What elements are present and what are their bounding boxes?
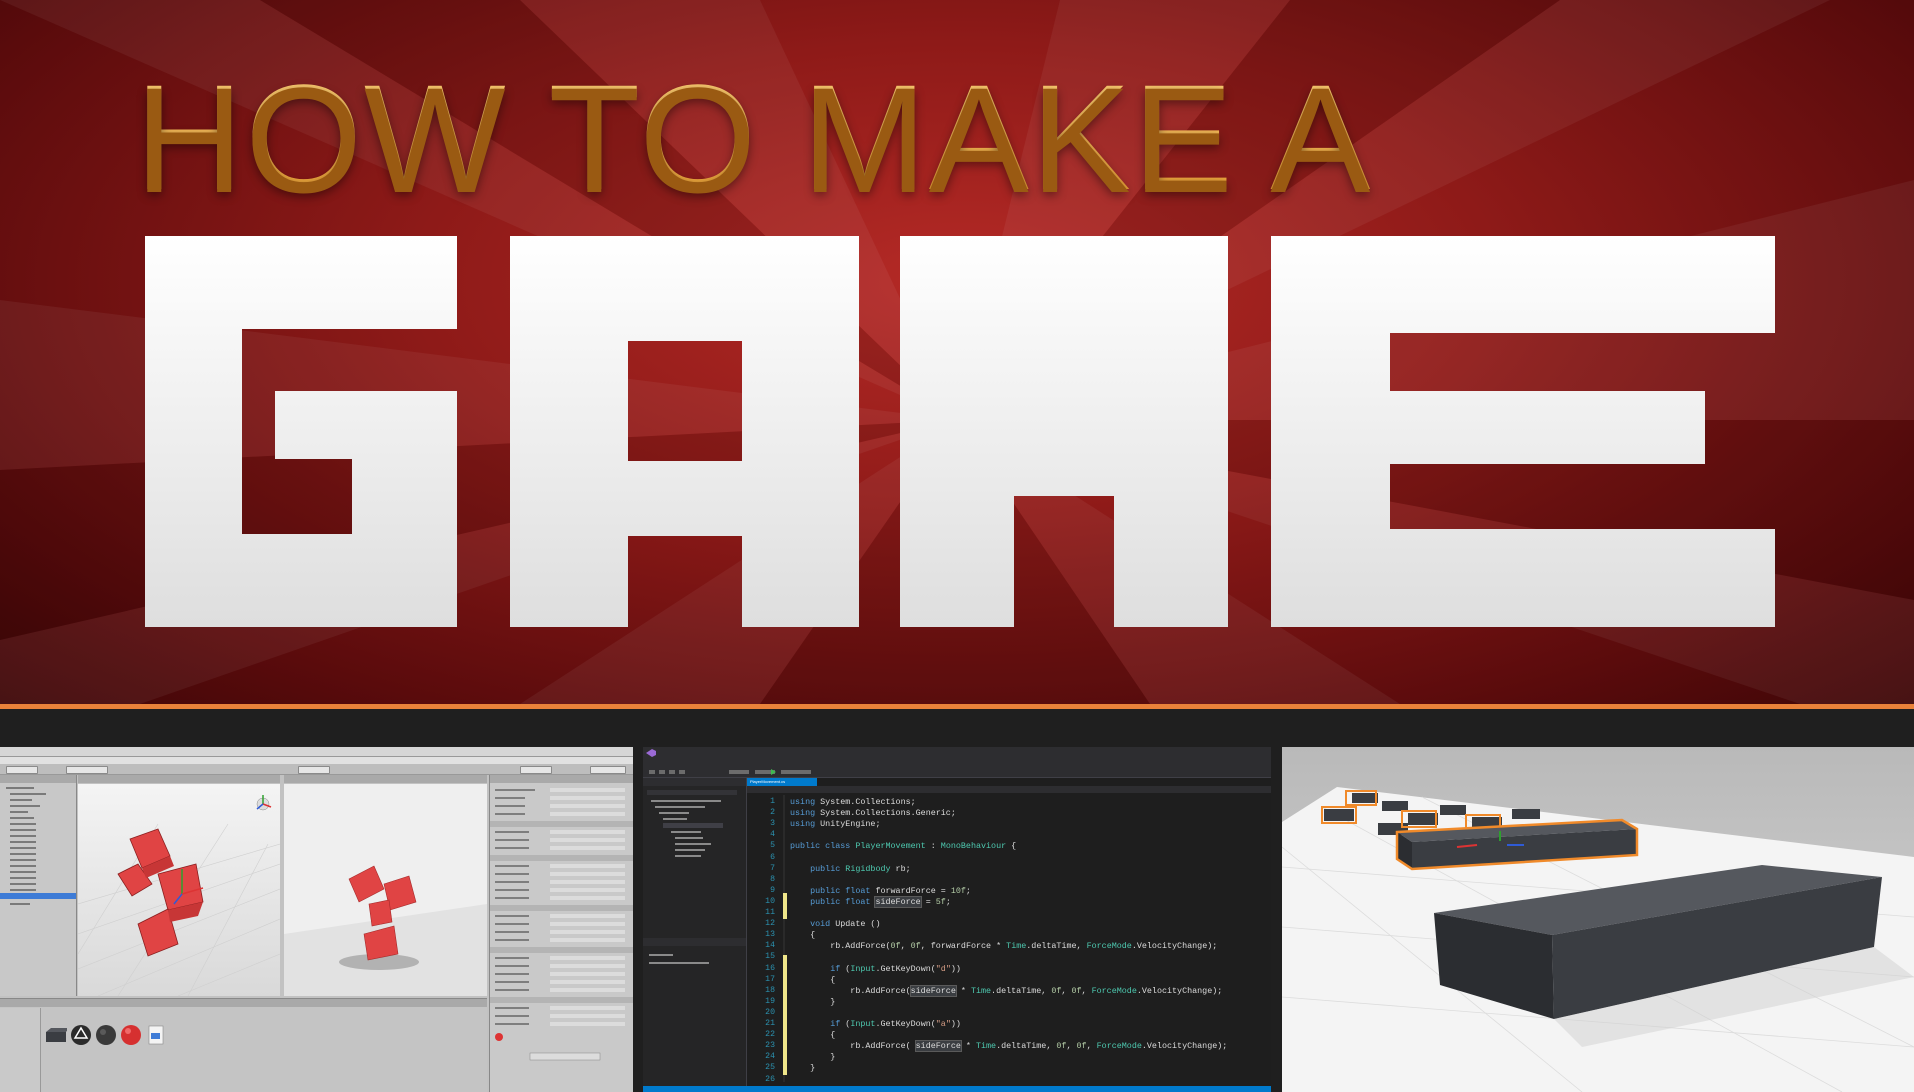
solution-explorer — [643, 778, 747, 1092]
solution-tree — [643, 778, 746, 964]
code-line[interactable]: public float sideForce = 5f; — [790, 895, 951, 908]
code-line[interactable]: } — [790, 1063, 815, 1073]
line-number: 16 — [765, 963, 775, 973]
line-number: 13 — [765, 930, 775, 940]
vs-navigation-bar — [747, 786, 1271, 793]
vs-logo-icon — [646, 749, 656, 757]
line-number: 21 — [765, 1019, 775, 1028]
tab-label: PlayerMovement.cs — [750, 779, 786, 784]
scene-tab-bar — [78, 775, 280, 783]
thumbnail-banner: HOW TO MAKE A — [0, 0, 1914, 704]
hierarchy-rows — [0, 787, 76, 905]
code-line[interactable]: using System.Collections.Generic; — [790, 808, 956, 818]
line-number: 18 — [765, 985, 775, 995]
code-line[interactable]: public Rigidbody rb; — [790, 864, 911, 874]
line-number: 24 — [765, 1052, 775, 1062]
unity-menu-bar — [0, 757, 633, 764]
code-line[interactable]: void Update () — [790, 919, 880, 929]
letter-m — [900, 236, 1228, 627]
game-scene-view[interactable] — [1282, 747, 1914, 1092]
inspector-panel — [489, 775, 633, 1092]
transform-tools[interactable] — [6, 766, 38, 774]
play-controls[interactable] — [298, 766, 330, 774]
line-number: 5 — [770, 841, 775, 851]
change-marker — [783, 955, 787, 1075]
line-number: 25 — [765, 1063, 775, 1073]
bottom-screenshots: PlayerMovement.cs 1 using System.Collecti… — [0, 709, 1914, 1092]
line-number: 11 — [765, 908, 775, 917]
line-number: 15 — [765, 952, 775, 962]
line-number: 23 — [765, 1041, 775, 1051]
code-line[interactable]: if (Input.GetKeyDown("d")) — [790, 964, 961, 974]
letter-e — [1271, 236, 1775, 627]
line-number: 7 — [770, 863, 775, 873]
line-number: 17 — [765, 974, 775, 984]
line-number: 4 — [770, 830, 775, 840]
code-line[interactable]: if (Input.GetKeyDown("a")) — [790, 1019, 961, 1029]
unity-editor-screenshot — [0, 747, 633, 1092]
line-number: 20 — [765, 1007, 775, 1017]
line-number: 3 — [770, 819, 775, 829]
line-number: 14 — [765, 941, 775, 951]
scene-gizmo — [256, 795, 272, 811]
dark-material-icon[interactable] — [95, 1024, 117, 1046]
code-line[interactable]: rb.AddForce(0f, 0f, forwardForce * Time.… — [790, 941, 1217, 951]
line-number: 22 — [765, 1030, 775, 1040]
game-tab-bar — [284, 775, 487, 783]
game-view-cubes — [284, 784, 487, 996]
letter-g — [145, 236, 457, 627]
script-icon[interactable] — [145, 1024, 167, 1046]
material-icon[interactable] — [45, 1024, 69, 1046]
line-number: 26 — [765, 1074, 775, 1084]
code-line[interactable]: public float forwardForce = 10f; — [790, 886, 971, 896]
line-number: 9 — [770, 885, 775, 895]
runner-scene — [1282, 747, 1914, 1092]
layout-dropdown[interactable] — [590, 766, 626, 774]
code-line[interactable]: rb.AddForce(sideForce * Time.deltaTime, … — [790, 984, 1222, 997]
inspector-fields — [490, 788, 633, 1061]
red-sphere-icon[interactable] — [120, 1024, 142, 1046]
code-line[interactable]: { — [790, 975, 835, 985]
layers-dropdown[interactable] — [520, 766, 552, 774]
subtitle-how-to-make-a: HOW TO MAKE A — [135, 53, 1373, 221]
project-panel — [0, 998, 487, 1092]
line-number: 10 — [765, 896, 775, 906]
line-number: 19 — [765, 996, 775, 1006]
line-number: 6 — [770, 852, 775, 862]
code-line[interactable]: public class PlayerMovement : MonoBehavi… — [790, 841, 1016, 851]
unity-title-bar — [0, 747, 633, 757]
code-line[interactable]: rb.AddForce( sideForce * Time.deltaTime,… — [790, 1040, 1227, 1053]
vs-title-bar — [643, 747, 1271, 758]
line-number: 12 — [765, 919, 775, 929]
vs-toolbar — [643, 767, 1271, 778]
line-number: 1 — [770, 797, 775, 806]
code-line[interactable]: } — [790, 1052, 835, 1062]
vs-status-bar — [643, 1086, 1271, 1092]
letter-a — [510, 236, 859, 627]
code-line[interactable]: using System.Collections; — [790, 797, 916, 807]
visual-studio-screenshot: PlayerMovement.cs 1 using System.Collecti… — [643, 747, 1271, 1092]
hierarchy-panel — [0, 775, 77, 996]
line-number: 8 — [770, 874, 775, 884]
change-marker — [783, 893, 787, 919]
code-line[interactable]: { — [790, 1030, 835, 1040]
scene-grid-and-cubes — [78, 795, 280, 996]
tab-playermovement[interactable]: PlayerMovement.cs — [747, 778, 817, 786]
scene-view[interactable] — [78, 784, 280, 996]
code-line[interactable]: { — [790, 930, 815, 940]
game-view[interactable] — [284, 784, 487, 996]
game-title-logo — [145, 236, 1775, 627]
unity-toolbar — [0, 764, 633, 775]
vs-menu-bar — [643, 758, 1271, 767]
code-line[interactable]: using UnityEngine; — [790, 819, 880, 829]
code-line[interactable]: } — [790, 997, 835, 1007]
unity-logo-icon[interactable] — [70, 1024, 92, 1046]
code-editor[interactable]: 1 using System.Collections; 2 using System.… — [747, 795, 1267, 1084]
line-number: 2 — [770, 808, 775, 818]
pivot-toggle[interactable] — [66, 766, 108, 774]
